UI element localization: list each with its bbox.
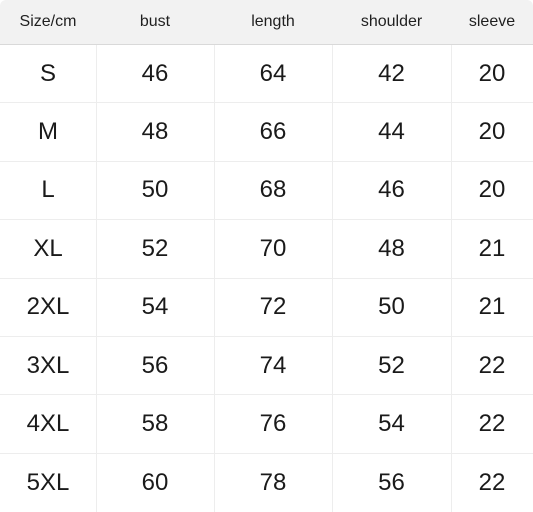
table-row: M 48 66 44 20	[0, 103, 533, 162]
cell-shoulder: 46	[378, 178, 405, 203]
column-header-bust: bust	[139, 14, 171, 30]
table-row: S 46 64 42 20	[0, 45, 533, 104]
cell-length: 74	[259, 353, 287, 378]
cell-sleeve: 22	[478, 353, 506, 378]
cell-length: 78	[259, 470, 287, 495]
cell-size: 2XL	[26, 295, 70, 320]
cell-sleeve: 21	[478, 295, 506, 320]
cell-shoulder: 56	[378, 470, 405, 495]
cell-bust: 50	[141, 178, 169, 203]
cell-length: 66	[259, 120, 287, 145]
cell-bust: 56	[141, 353, 169, 378]
cell-length: 76	[259, 412, 287, 437]
cell-shoulder: 48	[378, 236, 405, 261]
cell-shoulder: 44	[378, 120, 405, 145]
column-header-sleeve: sleeve	[468, 14, 516, 30]
cell-bust: 60	[141, 470, 169, 495]
column-header-shoulder: shoulder	[360, 14, 423, 30]
table-row: 4XL 58 76 54 22	[0, 395, 533, 454]
column-header-size: Size/cm	[19, 14, 77, 30]
table-row: 5XL 60 78 56 22	[0, 454, 533, 512]
cell-sleeve: 20	[478, 120, 506, 145]
cell-size: XL	[33, 236, 63, 261]
cell-size: S	[39, 61, 56, 86]
table-row: 2XL 54 72 50 21	[0, 279, 533, 337]
cell-bust: 54	[141, 295, 169, 320]
cell-sleeve: 21	[478, 236, 506, 261]
cell-length: 68	[259, 178, 287, 203]
cell-size: L	[41, 178, 55, 203]
cell-sleeve: 20	[478, 178, 506, 203]
table-header-row: Size/cm bust length shoulder sleeve	[0, 0, 533, 45]
table-row: XL 52 70 48 21	[0, 220, 533, 279]
cell-size: 4XL	[26, 412, 70, 437]
cell-shoulder: 52	[378, 353, 405, 378]
size-chart-table: Size/cm bust length shoulder sleeve S 46…	[0, 0, 533, 512]
cell-length: 72	[259, 295, 287, 320]
table-row: 3XL 56 74 52 22	[0, 337, 533, 396]
cell-sleeve: 20	[478, 61, 506, 86]
cell-size: 3XL	[26, 353, 70, 378]
cell-size: M	[38, 120, 58, 145]
table-body: S 46 64 42 20 M 48 66 44 20 L 50 68 46 2…	[0, 45, 533, 512]
cell-shoulder: 50	[378, 295, 405, 320]
cell-bust: 48	[141, 120, 169, 145]
cell-length: 70	[259, 236, 287, 261]
cell-size: 5XL	[26, 470, 70, 495]
cell-bust: 52	[141, 236, 169, 261]
cell-shoulder: 42	[378, 61, 405, 86]
table-row: L 50 68 46 20	[0, 162, 533, 221]
cell-sleeve: 22	[478, 470, 506, 495]
cell-bust: 46	[141, 61, 169, 86]
column-header-length: length	[251, 14, 295, 30]
cell-length: 64	[259, 61, 287, 86]
cell-shoulder: 54	[378, 412, 405, 437]
cell-sleeve: 22	[478, 412, 506, 437]
cell-bust: 58	[141, 412, 169, 437]
